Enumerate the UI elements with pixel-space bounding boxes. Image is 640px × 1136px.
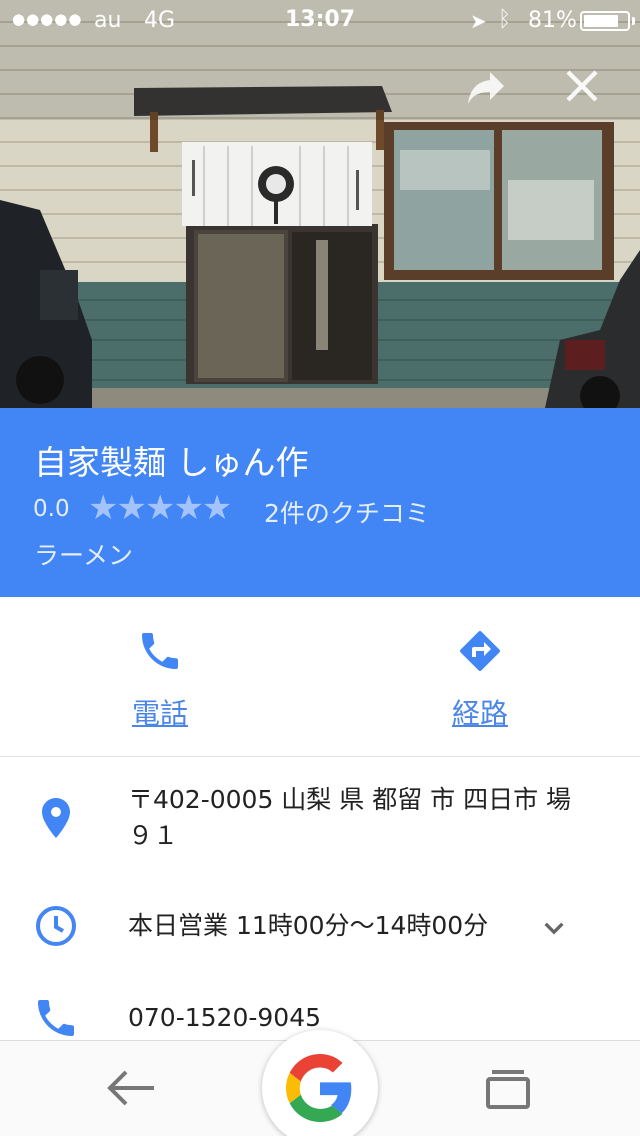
rating-stars[interactable]: ★★★★★ (88, 488, 232, 528)
phone-icon (38, 1000, 74, 1036)
share-icon (468, 72, 504, 104)
directions-label[interactable]: 経路 (320, 692, 640, 732)
phone-icon (142, 633, 178, 669)
hours-text: 本日営業 11時00分～14時00分 (128, 911, 489, 940)
rating-value: 0.0 (33, 496, 70, 522)
close-button[interactable] (558, 62, 606, 110)
phone-number: 070-1520-9045 (128, 1003, 322, 1032)
battery-tip (632, 17, 635, 25)
hours-row[interactable]: 本日営業 11時00分～14時00分 (0, 900, 640, 956)
review-count-link[interactable]: 2件のクチコミ (264, 494, 430, 530)
page: ●●●●● au 4G 13:07 ➤ ᛒ 81% 自家製麺 しゅん作 0.0 … (0, 0, 640, 1136)
status-bar: ●●●●● au 4G 13:07 ➤ ᛒ 81% (0, 0, 640, 40)
directions-icon (460, 631, 500, 671)
back-arrow-icon[interactable] (104, 1063, 160, 1113)
address-line-1: 〒402-0005 山梨 県 都留 市 四日市 場 (128, 785, 572, 814)
location-pin-icon (42, 798, 70, 838)
bluetooth-icon: ᛒ (498, 7, 512, 32)
place-photo[interactable] (0, 0, 640, 408)
tabs-icon[interactable] (482, 1065, 534, 1113)
close-icon (566, 70, 598, 102)
share-button[interactable] (462, 62, 510, 110)
call-label[interactable]: 電話 (0, 692, 320, 732)
place-header: 自家製麺 しゅん作 0.0 ★★★★★ 2件のクチコミ ラーメン (0, 408, 640, 597)
call-button[interactable]: 電話 (0, 597, 320, 757)
google-logo-icon (286, 1054, 352, 1122)
battery-icon (580, 11, 630, 31)
action-bar: 電話 経路 (0, 597, 640, 757)
location-arrow-icon: ➤ (470, 9, 487, 33)
address-text: 〒402-0005 山梨 県 都留 市 四日市 場 ９１ (128, 782, 608, 854)
chevron-down-icon[interactable] (534, 908, 574, 948)
place-category: ラーメン (34, 541, 134, 570)
address-line-2: ９１ (128, 821, 179, 850)
battery-fill (584, 15, 618, 27)
place-title: 自家製麺 しゅん作 (34, 443, 309, 482)
battery-percent: 81% (528, 8, 577, 33)
google-search-button[interactable] (262, 1030, 378, 1136)
address-row[interactable]: 〒402-0005 山梨 県 都留 市 四日市 場 ９１ (0, 778, 640, 868)
clock-icon (36, 906, 76, 946)
directions-button[interactable]: 経路 (320, 597, 640, 757)
